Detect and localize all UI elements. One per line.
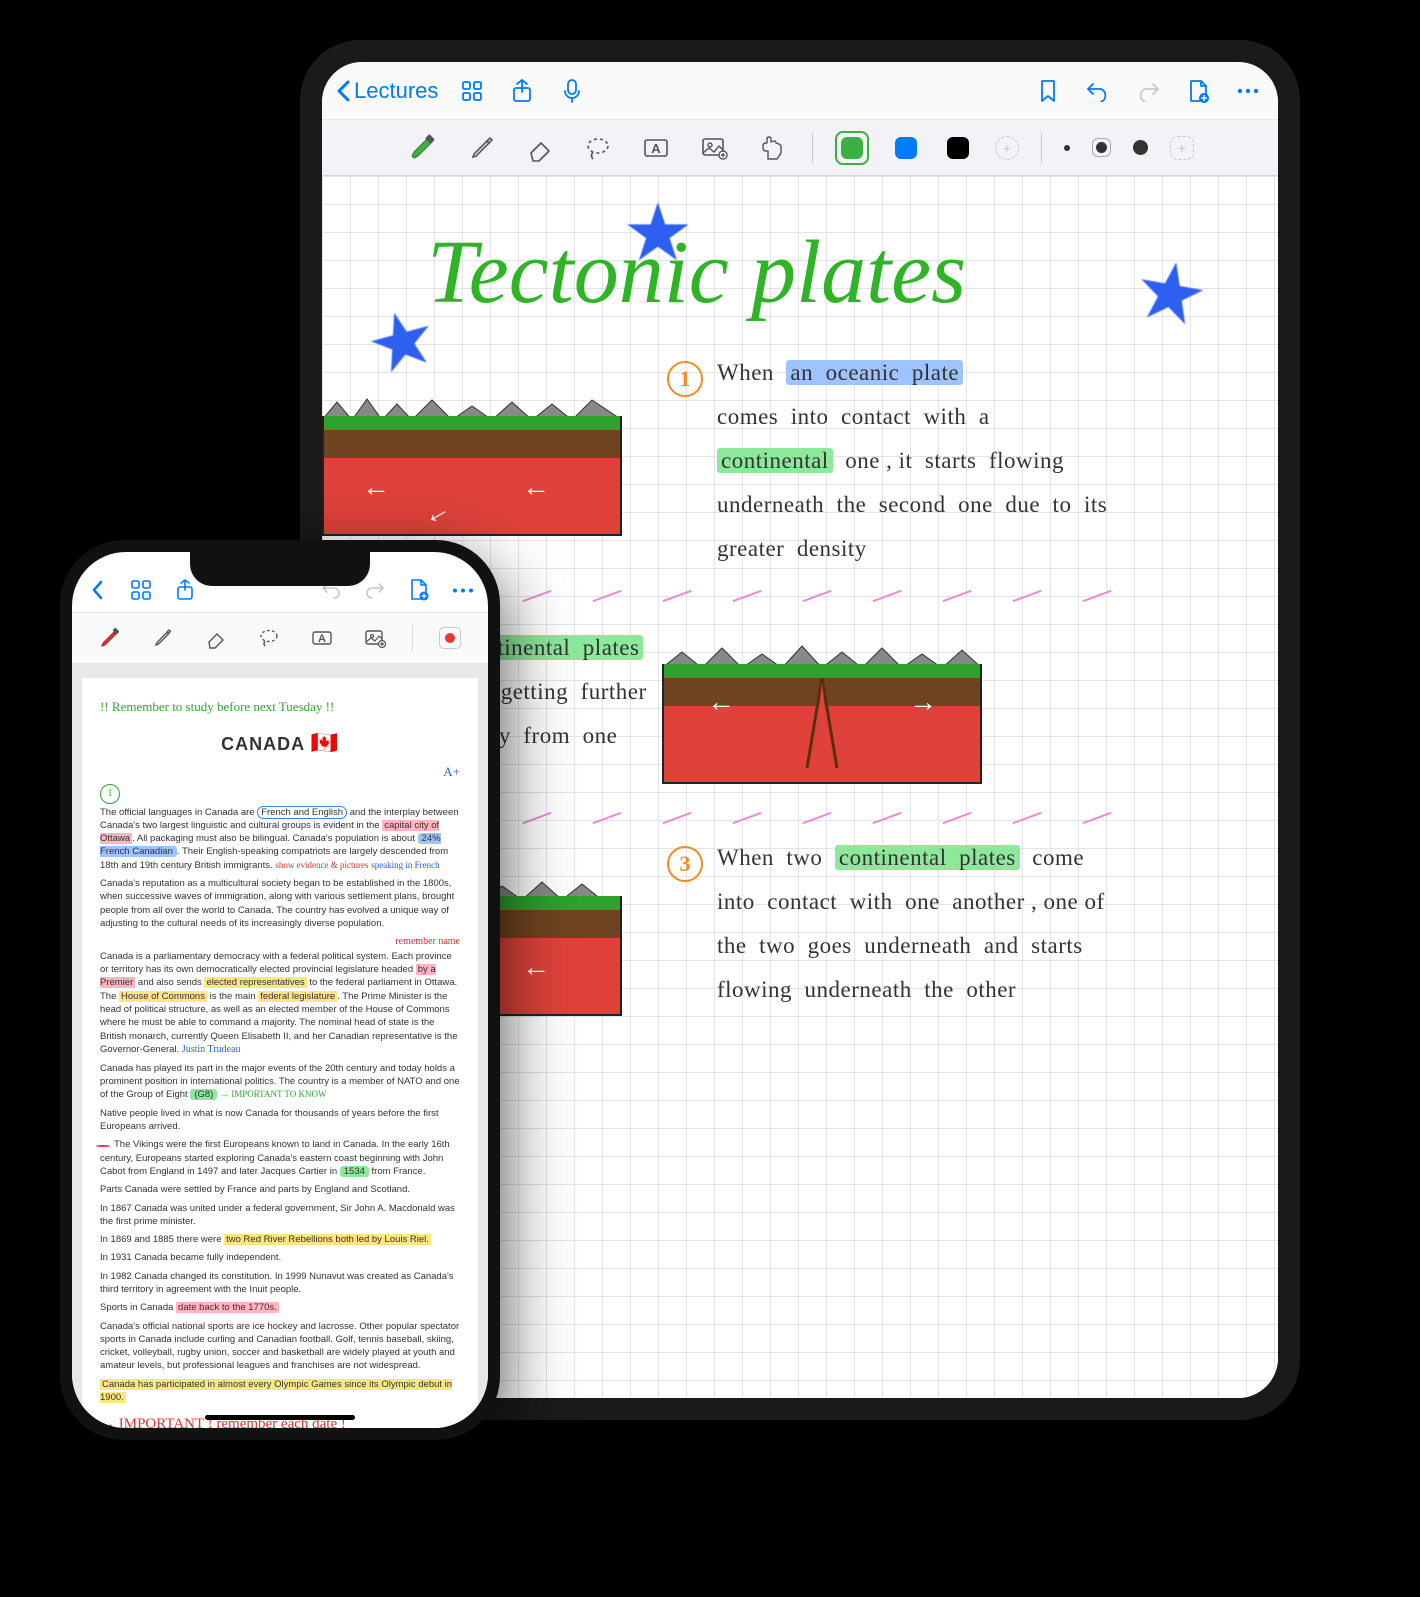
bookmark-icon[interactable] <box>1032 75 1064 107</box>
toolbar-divider <box>812 133 813 163</box>
grid-icon[interactable] <box>456 75 488 107</box>
brush-size-large[interactable] <box>1133 140 1148 155</box>
section-num-1: 1 <box>100 784 120 804</box>
iphone-notch <box>190 552 370 586</box>
ipad-top-nav: Lectures <box>322 62 1278 120</box>
add-page-icon[interactable] <box>404 575 434 605</box>
image-tool[interactable] <box>359 622 391 654</box>
chevron-left-icon <box>336 80 350 102</box>
doc-para: Canada is a parliamentary democracy with… <box>100 950 460 1057</box>
iphone-device: A !! Remember to study before next Tuesd… <box>60 540 500 1440</box>
pen-tool[interactable] <box>94 622 126 654</box>
color-swatch-blue[interactable] <box>891 133 921 163</box>
pen-tool[interactable] <box>464 130 500 166</box>
note-text-3: When two continental plates comeinto con… <box>717 836 1277 1012</box>
home-indicator[interactable] <box>205 1415 355 1420</box>
color-swatch-green[interactable] <box>835 131 869 165</box>
doc-para: In 1867 Canada was united under a federa… <box>100 1202 460 1229</box>
margin-annotation: speaking in French <box>371 860 439 870</box>
doc-para: Sports in Canada date back to the 1770s. <box>100 1301 460 1314</box>
image-tool[interactable] <box>696 130 732 166</box>
redo-icon[interactable] <box>360 575 390 605</box>
undo-icon[interactable] <box>1082 75 1114 107</box>
bullet-3: 3 <box>667 846 703 882</box>
iphone-tools-toolbar: A <box>72 612 488 664</box>
back-button[interactable]: Lectures <box>336 78 438 104</box>
doc-para: Parts Canada were settled by France and … <box>100 1183 460 1196</box>
diagram-divergent: ← → <box>662 634 982 784</box>
note-text-1: When an oceanic platecomes into contact … <box>717 351 1257 571</box>
more-icon[interactable] <box>1232 75 1264 107</box>
bullet-1: 1 <box>667 361 703 397</box>
section-divider <box>452 584 1238 604</box>
share-icon[interactable] <box>506 75 538 107</box>
color-swatch-black[interactable] <box>943 133 973 163</box>
pointer-tool[interactable] <box>754 130 790 166</box>
svg-text:A: A <box>318 633 326 645</box>
doc-para: Canada has participated in almost every … <box>100 1378 460 1405</box>
doc-para: Native people lived in what is now Canad… <box>100 1107 460 1134</box>
doc-para: In 1982 Canada changed its constitution.… <box>100 1270 460 1297</box>
redo-icon[interactable] <box>1132 75 1164 107</box>
text-box-tool[interactable]: A <box>306 622 338 654</box>
back-icon[interactable] <box>82 575 112 605</box>
eraser-tool[interactable] <box>200 622 232 654</box>
margin-annotation: → IMPORTANT TO KNOW <box>220 1089 327 1099</box>
brush-size-medium[interactable] <box>1092 138 1111 157</box>
add-color[interactable]: + <box>995 136 1019 160</box>
ipad-tools-toolbar: A + + <box>322 120 1278 176</box>
svg-text:A: A <box>651 141 661 156</box>
doc-para: Canada's reputation as a multicultural s… <box>100 877 460 930</box>
grid-icon[interactable] <box>126 575 156 605</box>
toolbar-divider <box>1041 133 1042 163</box>
doc-para: In 1931 Canada became fully independent. <box>100 1251 460 1264</box>
flag-icon: 🇨🇦 <box>310 730 338 755</box>
text-box-tool[interactable]: A <box>638 130 674 166</box>
more-icon[interactable] <box>448 575 478 605</box>
doc-title: CANADA 🇨🇦 <box>100 727 460 759</box>
iphone-screen: A !! Remember to study before next Tuesd… <box>72 552 488 1428</box>
lasso-tool[interactable] <box>580 130 616 166</box>
highlighter-tool[interactable] <box>406 130 442 166</box>
section-divider <box>452 806 1238 826</box>
doc-para: In 1869 and 1885 there were two Red Rive… <box>100 1233 460 1246</box>
record-button[interactable] <box>434 622 466 654</box>
doc-para: The Vikings were the first Europeans kno… <box>100 1138 460 1178</box>
add-page-icon[interactable] <box>1182 75 1214 107</box>
star-decoration: ★ <box>1127 240 1216 346</box>
lasso-tool[interactable] <box>253 622 285 654</box>
annotated-document: !! Remember to study before next Tuesday… <box>82 678 478 1428</box>
doc-para: Canada's official national sports are ic… <box>100 1320 460 1373</box>
margin-annotation: remember name <box>100 935 460 950</box>
toolbar-divider <box>412 625 413 651</box>
margin-annotation: Justin Trudeau <box>182 1044 241 1055</box>
brush-size-small[interactable] <box>1064 145 1070 151</box>
grade-annotation: A+ <box>100 763 460 782</box>
eraser-tool[interactable] <box>522 130 558 166</box>
back-label: Lectures <box>354 78 438 104</box>
doc-para: The official languages in Canada are Fre… <box>100 806 460 872</box>
iphone-note-canvas[interactable]: !! Remember to study before next Tuesday… <box>72 664 488 1428</box>
pencil-tool[interactable] <box>147 622 179 654</box>
reminder-annotation: !! Remember to study before next Tuesday… <box>100 698 460 717</box>
diagram-subduction: ← ← ← <box>322 386 622 536</box>
mic-icon[interactable] <box>556 75 588 107</box>
note-title: Tectonic plates <box>427 221 966 324</box>
doc-para: Canada has played its part in the major … <box>100 1062 460 1102</box>
add-brush-size[interactable]: + <box>1170 136 1194 160</box>
margin-annotation: show evidence & pictures <box>275 860 368 870</box>
